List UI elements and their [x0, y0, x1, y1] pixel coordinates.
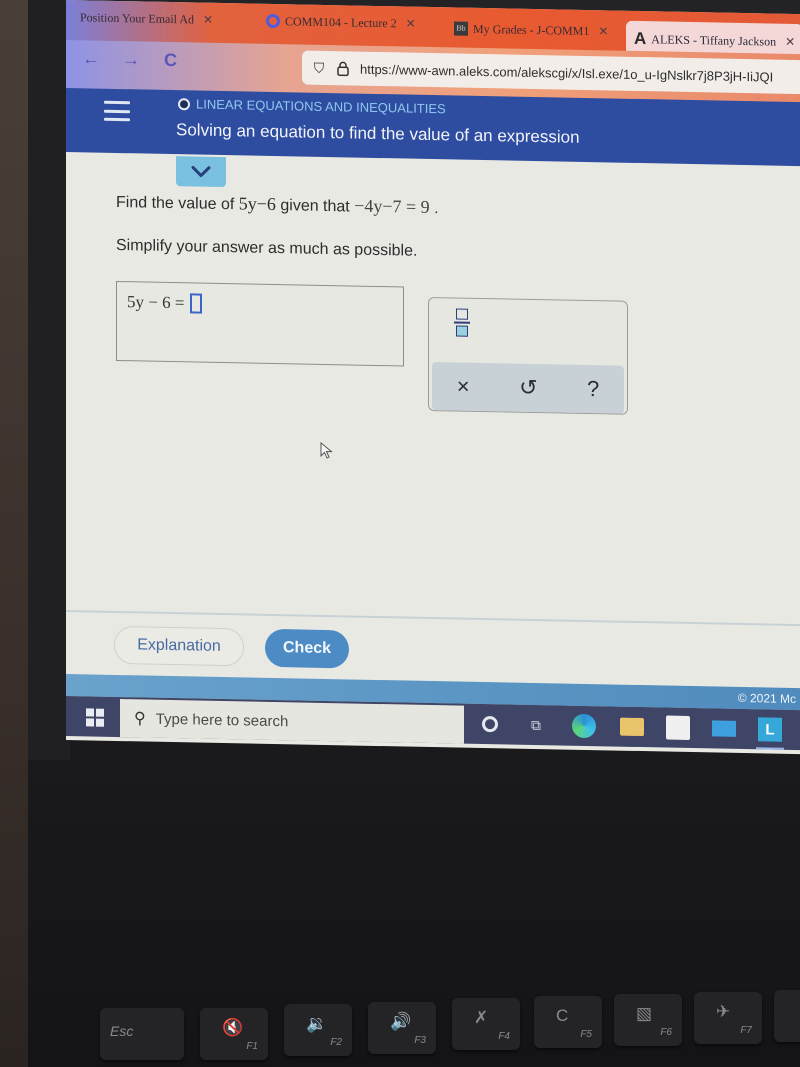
search-icon: ⚲ — [134, 710, 146, 728]
reload-icon[interactable]: C — [164, 50, 177, 71]
expand-details-button[interactable] — [176, 156, 226, 188]
answer-input-area[interactable]: 5y − 6 = — [116, 280, 404, 367]
volume-down-icon: 🔉 — [306, 1014, 328, 1033]
check-button[interactable]: Check — [265, 628, 349, 669]
answer-lhs: 5y − 6 = — [127, 292, 185, 313]
explanation-button[interactable]: Explanation — [114, 625, 244, 667]
toolpad-actions: × ↺ ? — [432, 362, 624, 414]
footer-divider — [66, 610, 800, 627]
key-fn-label: F3 — [414, 1035, 426, 1046]
forward-arrow-icon[interactable]: → — [122, 49, 140, 70]
math-toolpad: × ↺ ? — [428, 296, 628, 415]
key-f2[interactable]: 🔉 F2 — [284, 1004, 352, 1056]
aleks-app-icon[interactable]: L — [758, 717, 782, 742]
edge-browser-icon[interactable] — [572, 713, 596, 739]
question-middle: given that — [280, 197, 350, 216]
question-text: Find the value of 5y−6 given that −4y−7 … — [116, 191, 439, 218]
tab-label: My Grades - J-COMM1 — [473, 21, 590, 38]
hamburger-menu-icon[interactable] — [104, 100, 130, 122]
question-prefix: Find the value of — [116, 193, 235, 214]
ring-icon — [266, 13, 280, 29]
url-text[interactable]: https://www-awn.aleks.com/alekscgi/x/Isl… — [360, 61, 773, 84]
close-tab-icon[interactable]: ✕ — [203, 12, 213, 27]
key-fn-label: F5 — [580, 1029, 592, 1040]
back-arrow-icon[interactable]: ← — [82, 48, 100, 69]
tab-label: ALEKS - Tiffany Jackson — [651, 31, 777, 49]
key-label: Esc — [110, 1023, 134, 1039]
bb-icon: Bb — [454, 21, 468, 36]
task-view-icon[interactable]: ⧉ — [524, 713, 548, 737]
fraction-bar-icon — [454, 321, 470, 324]
mail-icon[interactable] — [712, 720, 736, 737]
key-fn-label: F1 — [246, 1041, 258, 1052]
given-equation: −4y−7 = 9 — [354, 195, 430, 217]
key-fn-label: F4 — [498, 1031, 510, 1042]
page-title: Solving an equation to find the value of… — [176, 120, 580, 147]
numerator-box-icon — [456, 308, 468, 320]
laptop-screen: Position Your Email Ad ✕ COMM104 - Lectu… — [66, 0, 800, 755]
undo-icon[interactable]: ↺ — [519, 375, 537, 401]
tab-label: COMM104 - Lecture 2 — [285, 13, 397, 30]
taskbar-search-box[interactable]: ⚲ Type here to search — [120, 699, 464, 744]
shield-icon[interactable]: ⛉ — [312, 59, 326, 76]
key-fn-label: F2 — [330, 1037, 342, 1048]
key-fn-label: F6 — [660, 1027, 672, 1038]
fraction-button[interactable] — [453, 308, 471, 344]
tab-label: Position Your Email Ad — [80, 9, 195, 26]
mouse-pointer-icon — [320, 441, 333, 459]
address-bar[interactable]: ⛉ https://www-awn.aleks.com/alekscgi/x/I… — [302, 50, 800, 95]
aleks-a-icon: A — [634, 28, 647, 49]
key-f8[interactable] — [774, 990, 800, 1042]
cortana-icon[interactable] — [478, 712, 502, 736]
lock-icon[interactable] — [336, 60, 350, 76]
key-esc[interactable]: Esc — [100, 1008, 184, 1060]
tab-email-ad[interactable]: Position Your Email Ad ✕ — [80, 2, 213, 35]
question-period: . — [434, 200, 439, 218]
tab-my-grades[interactable]: Bb My Grades - J-COMM1 ✕ — [454, 13, 608, 46]
windows-start-icon[interactable] — [86, 708, 104, 727]
key-f7[interactable]: ✈ F7 — [694, 992, 762, 1044]
key-f5[interactable]: C F5 — [534, 996, 602, 1048]
topic-progress-icon — [178, 97, 190, 110]
laptop-bezel — [28, 0, 70, 760]
denominator-box-icon — [456, 325, 468, 337]
chevron-down-icon — [191, 165, 211, 178]
active-app-indicator — [756, 747, 784, 750]
topic-label: LINEAR EQUATIONS AND INEQUALITIES — [178, 96, 446, 116]
file-explorer-icon[interactable] — [620, 717, 644, 737]
help-icon[interactable]: ? — [587, 376, 599, 402]
clear-icon[interactable]: × — [457, 374, 470, 400]
refresh-icon: C — [556, 1006, 569, 1025]
target-expression: 5y−6 — [238, 193, 276, 215]
close-tab-icon[interactable]: ✕ — [598, 24, 608, 39]
mic-mute-icon: ✗ — [474, 1008, 489, 1027]
desk-background — [0, 0, 28, 1067]
instruction-text: Simplify your answer as much as possible… — [116, 236, 418, 260]
close-tab-icon[interactable]: ✕ — [785, 34, 795, 49]
key-f4[interactable]: ✗ F4 — [452, 998, 520, 1050]
photo-stage: Position Your Email Ad ✕ COMM104 - Lectu… — [0, 0, 800, 1067]
key-f6[interactable]: ▧ F6 — [614, 994, 682, 1046]
topic-text: LINEAR EQUATIONS AND INEQUALITIES — [196, 96, 446, 117]
key-f1[interactable]: 🔇 F1 — [200, 1008, 268, 1060]
close-tab-icon[interactable]: ✕ — [406, 16, 416, 31]
search-placeholder: Type here to search — [155, 710, 289, 730]
key-f3[interactable]: 🔊 F3 — [368, 1002, 436, 1054]
key-fn-label: F7 — [740, 1025, 752, 1036]
aleks-header: LINEAR EQUATIONS AND INEQUALITIES Solvin… — [66, 88, 800, 167]
answer-input[interactable] — [190, 293, 203, 314]
tab-comm104-lecture[interactable]: COMM104 - Lecture 2 ✕ — [266, 6, 416, 39]
mute-icon: 🔇 — [222, 1018, 244, 1037]
microsoft-store-icon[interactable] — [666, 715, 690, 740]
touchpad-icon: ▧ — [636, 1004, 653, 1023]
airplane-mode-icon: ✈ — [716, 1002, 731, 1021]
volume-up-icon: 🔊 — [390, 1012, 412, 1031]
